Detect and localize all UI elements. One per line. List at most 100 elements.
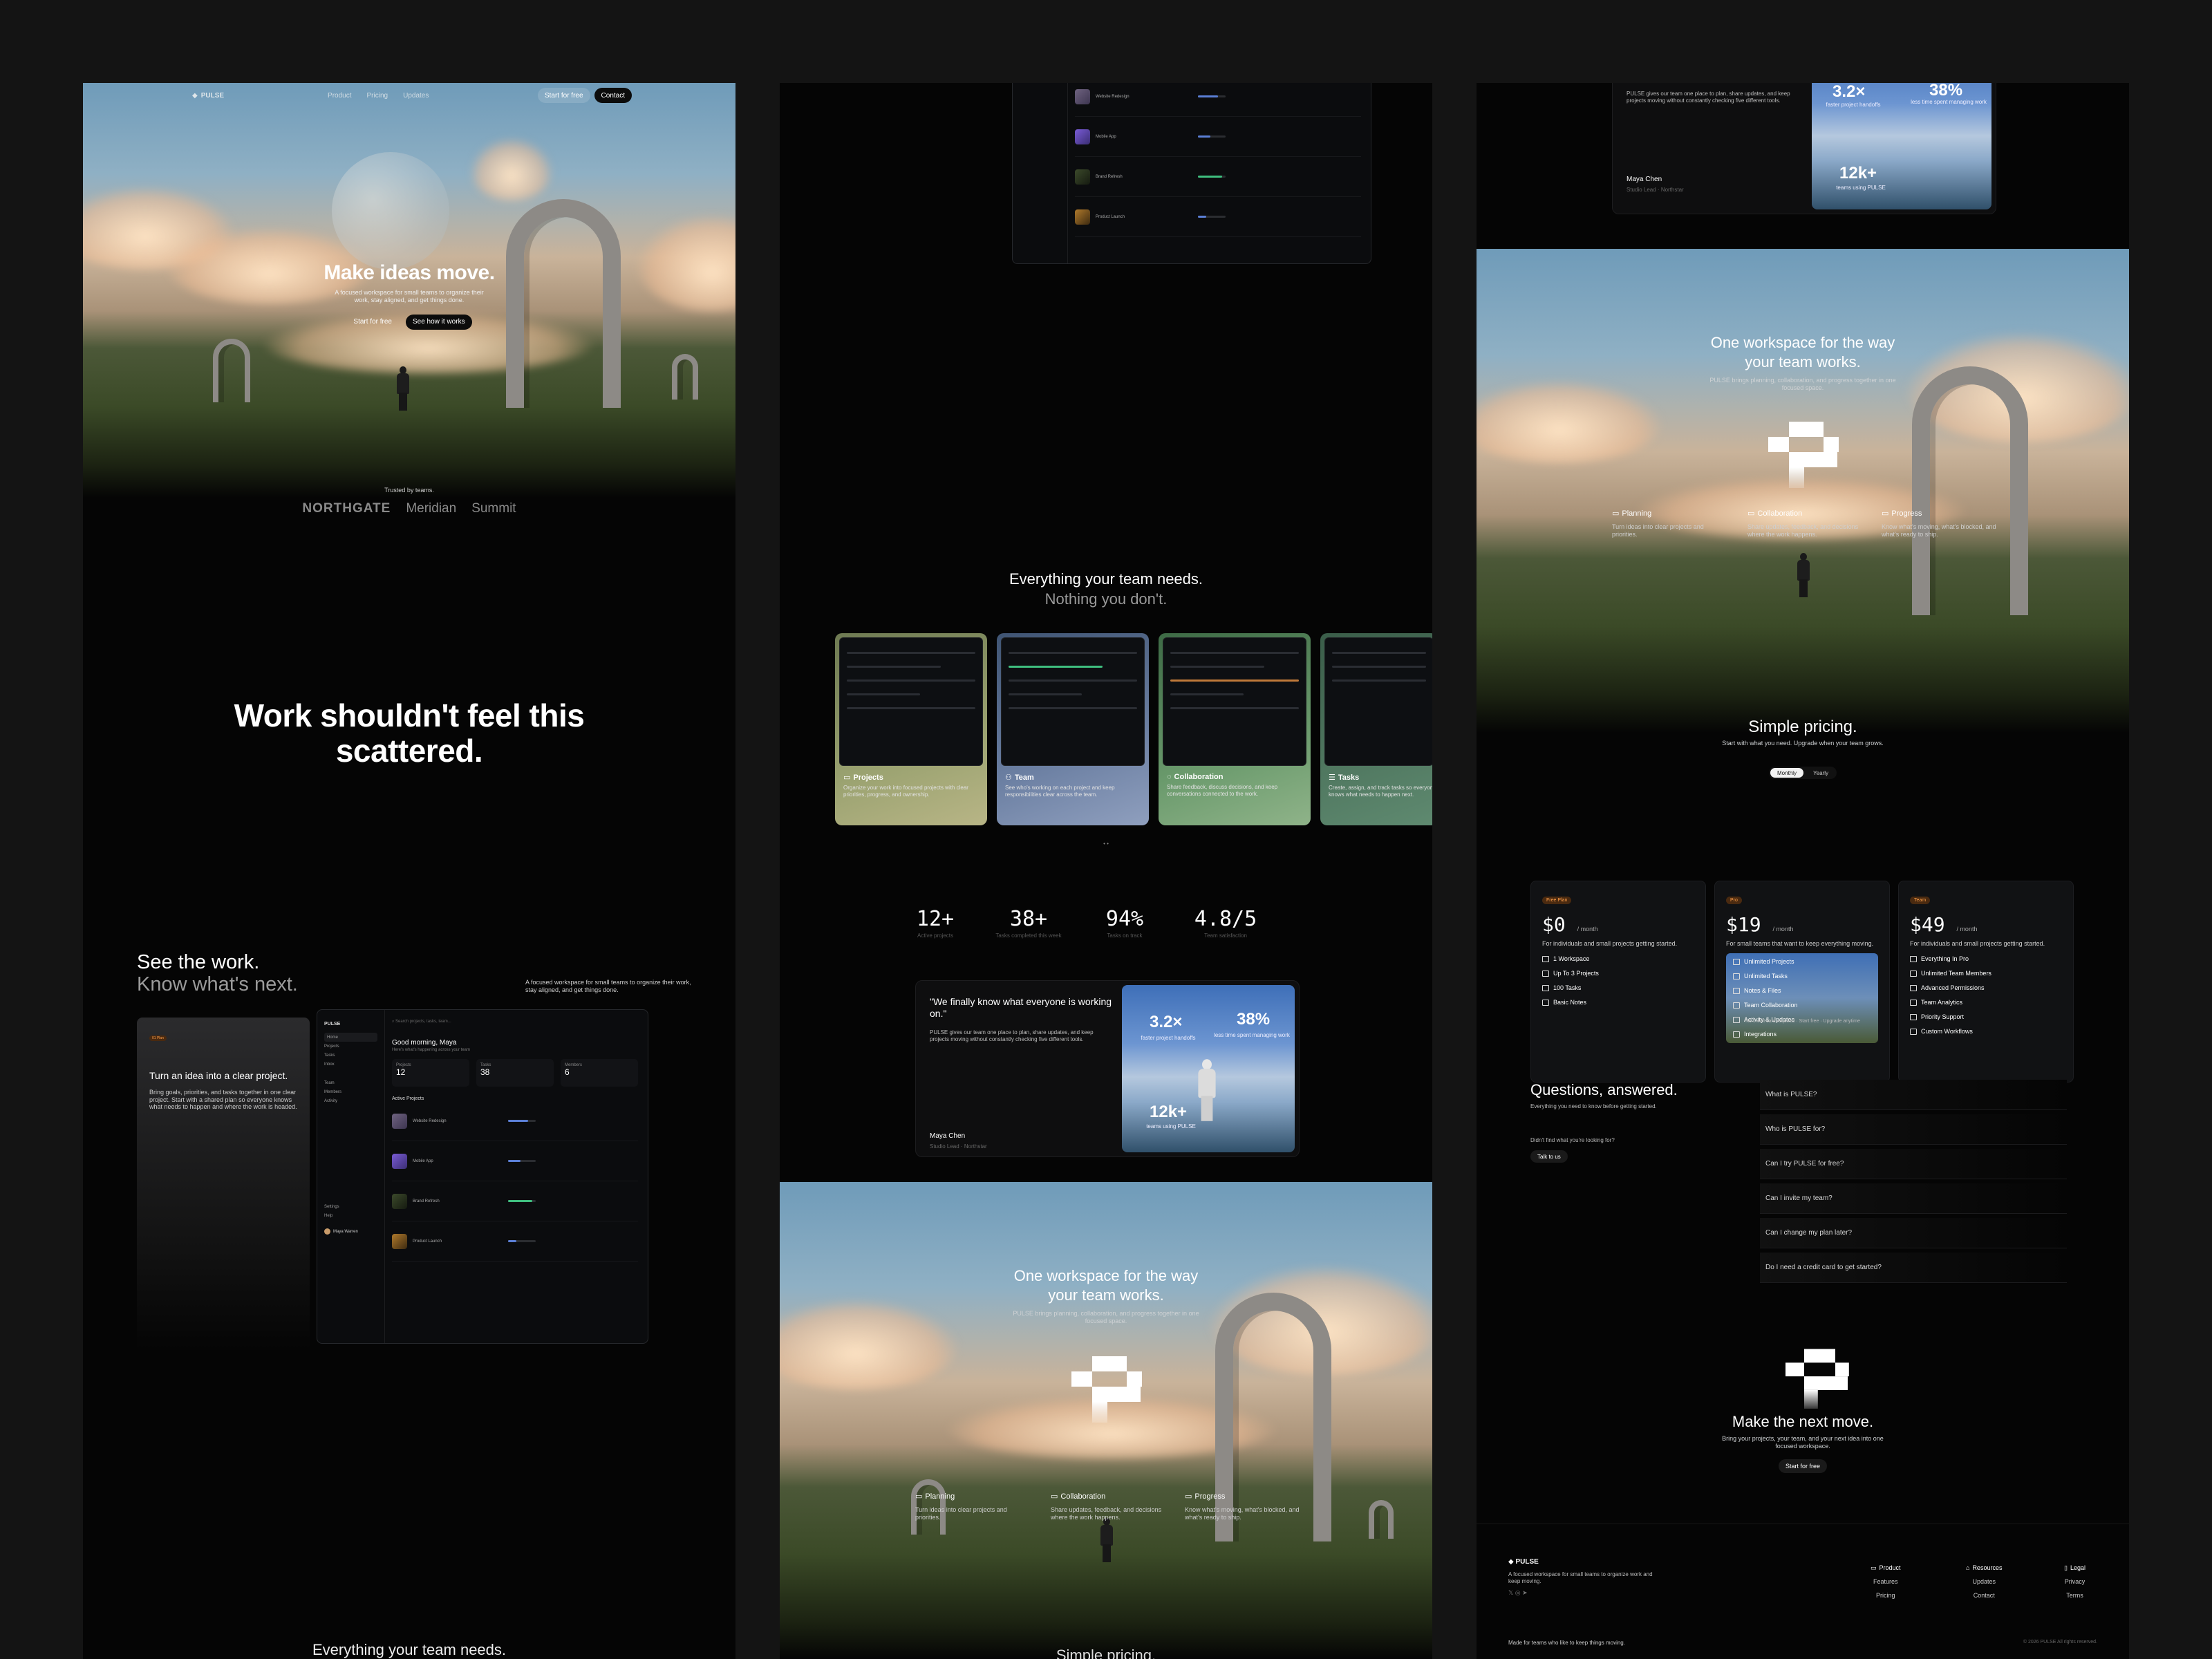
testimonial-card-top: PULSE gives our team one place to plan, … (1612, 83, 1996, 214)
folder-icon: ▭ (843, 774, 851, 782)
pulse-pixel-logo (1785, 1349, 1849, 1418)
stat-active-projects: 12+ Active projects (916, 907, 955, 939)
workspace-item-collaboration: ▭ Collaboration Share updates, feedback, a… (1051, 1492, 1162, 1521)
telegram-icon[interactable]: ➤ (1522, 1589, 1528, 1596)
stat-tasks-completed: 38+ Tasks completed this week (995, 907, 1062, 939)
folder-icon: ▭ (1612, 509, 1620, 518)
footer-col-product: ▭ Product Features Pricing (1871, 1561, 1901, 1602)
plan-free[interactable]: Free Plan $0 / month For individuals and… (1530, 881, 1706, 1082)
arch-small-right (1369, 1500, 1394, 1539)
sidebar-item-projects[interactable]: Projects (324, 1042, 377, 1051)
toggle-yearly[interactable]: Yearly (1806, 768, 1835, 778)
sidebar-item-settings[interactable]: Settings (324, 1202, 377, 1211)
project-progress (1198, 95, 1226, 97)
plan-pro[interactable]: Pro $19 / month For small teams that wan… (1714, 881, 1890, 1082)
features-heading: Everything your team needs. Nothing you … (1009, 570, 1203, 608)
sidebar-item-members[interactable]: Members (324, 1087, 377, 1096)
sidebar-item-help[interactable]: Help (324, 1211, 377, 1220)
nav-contact-button[interactable]: Contact (594, 88, 632, 103)
sidebar-item-activity[interactable]: Activity (324, 1096, 377, 1105)
project-row[interactable]: Mobile App (392, 1141, 638, 1181)
project-thumbnail (392, 1113, 407, 1129)
project-row[interactable]: Product Launch (392, 1221, 638, 1262)
folder-icon: ▭ (1747, 509, 1755, 518)
project-row[interactable]: Brand Refresh (392, 1181, 638, 1221)
workspace-item-progress: ▭ Progress Know what's moving, what's bloc… (1882, 509, 1996, 538)
feature-card-team[interactable]: ⚇ Team See who's working on each project … (997, 633, 1149, 825)
project-row[interactable]: Website Redesign (392, 1101, 638, 1141)
testimonial-name: Maya Chen (930, 1132, 966, 1140)
feature-card-collaboration[interactable]: ◌ Collaboration Share feedback, discuss d… (1159, 633, 1311, 825)
cta-heading: Make the next move. (1732, 1413, 1874, 1430)
logo-summit: Summit (471, 501, 516, 516)
see-work-heading: See the work. Know what's next. (137, 951, 298, 996)
pricing-heading-peek: Simple pricing. (1056, 1647, 1156, 1659)
plan-badge: 01 Plan (149, 1035, 167, 1041)
feature-card-projects[interactable]: ▭ Projects Organize your work into focuse… (835, 633, 987, 825)
testimonial-image: 3.2× faster project handoffs 38% less ti… (1812, 83, 1991, 209)
project-thumbnail (1075, 209, 1090, 225)
plan-card-body: Bring goals, priorities, and tasks toget… (149, 1088, 297, 1111)
project-row[interactable]: Product Launch (1075, 197, 1361, 237)
nav-pricing[interactable]: Pricing (367, 92, 388, 100)
workspace-item-collaboration: ▭ Collaboration Share updates, feedback, a… (1747, 509, 1859, 538)
plan-team[interactable]: Team $49 / month For individuals and sma… (1898, 881, 2074, 1082)
footer-link-contact[interactable]: Contact (1966, 1588, 2002, 1602)
faq-item[interactable]: Can I invite my team? (1760, 1183, 2067, 1214)
hero-how-button[interactable]: See how it works (405, 314, 472, 330)
brand-logo[interactable]: ◆ PULSE (192, 92, 224, 100)
instagram-icon[interactable]: ◎ (1515, 1589, 1521, 1596)
project-row[interactable]: Brand Refresh (1075, 157, 1361, 197)
project-progress (1198, 176, 1226, 178)
nav-updates[interactable]: Updates (403, 92, 429, 100)
pulse-icon: ◆ (192, 91, 198, 100)
footer-link-features[interactable]: Features (1871, 1575, 1901, 1588)
active-projects-title: Active Projects (392, 1096, 424, 1101)
stat-tasks: Tasks 38 (476, 1059, 554, 1087)
top-nav: ◆ PULSE Product Pricing Updates Start for… (83, 83, 735, 108)
project-row[interactable]: Website Redesign (1075, 83, 1361, 117)
sidebar-item-tasks[interactable]: Tasks (324, 1051, 377, 1060)
dashboard-greeting: Good morning, Maya (392, 1039, 457, 1047)
faq-item[interactable]: Do I need a credit card to get started? (1760, 1253, 2067, 1283)
footer-description: A focused workspace for small teams to o… (1508, 1571, 1653, 1584)
sidebar-item-inbox[interactable]: Inbox (324, 1060, 377, 1069)
footer-link-pricing[interactable]: Pricing (1871, 1588, 1901, 1602)
faq-item[interactable]: What is PULSE? (1760, 1080, 2067, 1110)
faq-item[interactable]: Who is PULSE for? (1760, 1114, 2067, 1145)
page-column-2: Website Redesign Mobile App Brand Refres… (780, 83, 1432, 1659)
workspace-item-progress: ▭ Progress Know what's moving, what's bloc… (1185, 1492, 1300, 1521)
cta-start-button[interactable]: Start for free (1778, 1459, 1828, 1473)
project-row[interactable]: Mobile App (1075, 117, 1361, 157)
talk-to-us-button[interactable]: Talk to us (1530, 1150, 1568, 1163)
dashboard-search[interactable]: ⌕ Search projects, tasks, team... (392, 1020, 638, 1031)
hero-start-button[interactable]: Start for free (346, 315, 399, 330)
folder-icon: ▭ (1185, 1492, 1192, 1501)
avatar (324, 1228, 330, 1235)
resources-icon: ⌂ (1966, 1564, 1970, 1571)
sidebar-user[interactable]: Maya Warren (324, 1227, 377, 1236)
toggle-monthly[interactable]: Monthly (1770, 768, 1804, 778)
faq-item[interactable]: Can I change my plan later? (1760, 1218, 2067, 1248)
sidebar-item-home[interactable]: Home (324, 1033, 377, 1042)
carousel-dots[interactable]: • • (780, 841, 1432, 847)
sidebar-item-team[interactable]: Team (324, 1078, 377, 1087)
faq-help: Didn't find what you're looking for? (1530, 1137, 1615, 1143)
cta-subtitle: Bring your projects, your team, and your… (1722, 1435, 1884, 1450)
legal-icon: ▯ (2064, 1564, 2068, 1571)
footer-link-updates[interactable]: Updates (1966, 1575, 2002, 1588)
feature-card-tasks[interactable]: ☰ Tasks Create, assign, and track tasks s… (1320, 633, 1432, 825)
project-progress (1198, 216, 1226, 218)
trusted-label: Trusted by teams. (384, 487, 434, 494)
footer-link-terms[interactable]: Terms (2064, 1588, 2086, 1602)
nav-product[interactable]: Product (328, 92, 351, 100)
nav-start-button[interactable]: Start for free (537, 88, 590, 103)
footer-link-privacy[interactable]: Privacy (2064, 1575, 2086, 1588)
plan-card-title: Turn an idea into a clear project. (149, 1070, 288, 1081)
workspace-subtitle: PULSE brings planning, collaboration, an… (1013, 1310, 1199, 1325)
pulse-pixel-logo (1071, 1356, 1142, 1432)
problem-heading: Work shouldn't feel this scattered. (234, 697, 585, 769)
faq-intro: Questions, answered. Everything you need… (1530, 1081, 1738, 1163)
faq-item[interactable]: Can I try PULSE for free? (1760, 1149, 2067, 1179)
x-icon[interactable]: 𝕏 (1508, 1589, 1513, 1596)
